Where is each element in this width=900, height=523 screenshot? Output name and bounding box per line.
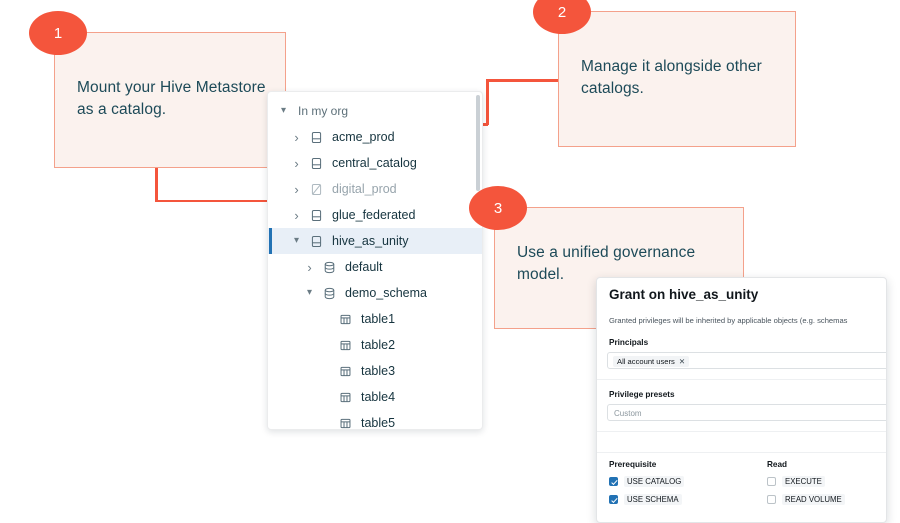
- callout-1-badge: 1: [29, 11, 87, 55]
- tree-group-header-in-my-org[interactable]: ▾ In my org: [268, 98, 482, 124]
- callout-2-number: 2: [557, 3, 567, 21]
- checkbox-icon[interactable]: [609, 495, 618, 504]
- checkbox-icon[interactable]: [609, 477, 618, 486]
- chevron-down-icon[interactable]: ▾: [290, 236, 303, 246]
- column-header-prerequisite: Prerequisite: [609, 460, 657, 469]
- connector-1-horizontal: [155, 199, 280, 202]
- grant-dialog[interactable]: Grant on hive_as_unity Granted privilege…: [596, 277, 887, 523]
- divider-after-principals: [597, 379, 886, 380]
- tree-item-label: demo_schema: [345, 286, 427, 300]
- tree-item-label: digital_prod: [332, 182, 397, 196]
- tree-item-label: table1: [361, 312, 396, 326]
- tree-item-label: table4: [361, 390, 396, 404]
- tree-row-list[interactable]: › acme_prod › central_catalog › digital_prod ›…: [268, 124, 482, 430]
- tree-item-label: default: [345, 260, 383, 274]
- tree-item-table4[interactable]: table4: [268, 384, 482, 410]
- schema-icon: [321, 286, 338, 301]
- catalog-icon: [308, 130, 325, 145]
- schema-icon: [321, 260, 338, 275]
- principal-chip[interactable]: All account users ✕: [613, 356, 690, 367]
- privilege-presets-value: Custom: [614, 409, 642, 418]
- privilege-use-schema[interactable]: USE SCHEMA: [609, 494, 682, 505]
- table-icon: [337, 338, 354, 353]
- catalog-icon: [308, 156, 325, 171]
- close-icon[interactable]: ✕: [679, 357, 685, 366]
- chevron-right-icon[interactable]: ›: [290, 209, 303, 222]
- callout-3-badge: 3: [469, 186, 527, 230]
- chevron-right-icon[interactable]: ›: [290, 157, 303, 170]
- catalog-icon: [308, 234, 325, 249]
- chevron-right-icon[interactable]: ›: [303, 261, 316, 274]
- tree-item-table2[interactable]: table2: [268, 332, 482, 358]
- callout-1-text: Mount your Hive Metastore as a catalog.: [77, 79, 266, 118]
- grant-dialog-description: Granted privileges will be inherited by …: [609, 316, 848, 325]
- tree-item-digital_prod[interactable]: › digital_prod: [268, 176, 482, 202]
- tree-item-label: central_catalog: [332, 156, 417, 170]
- privilege-execute[interactable]: EXECUTE: [767, 476, 825, 487]
- divider-above-columns: [597, 452, 886, 453]
- privilege-label: READ VOLUME: [782, 494, 845, 505]
- callout-2-badge: 2: [533, 0, 591, 34]
- privilege-use-catalog[interactable]: USE CATALOG: [609, 476, 685, 487]
- privilege-label: EXECUTE: [782, 476, 825, 487]
- privilege-presets-select[interactable]: Custom: [607, 404, 886, 421]
- table-icon: [337, 390, 354, 405]
- tree-item-glue_federated[interactable]: › glue_federated: [268, 202, 482, 228]
- privilege-presets-label: Privilege presets: [609, 390, 675, 399]
- callout-3-number: 3: [493, 199, 503, 217]
- table-icon: [337, 364, 354, 379]
- table-icon: [337, 312, 354, 327]
- tree-item-label: table3: [361, 364, 396, 378]
- privilege-label: USE SCHEMA: [624, 494, 682, 505]
- tree-item-hive_as_unity[interactable]: ▾ hive_as_unity: [268, 228, 482, 254]
- tree-item-label: table2: [361, 338, 396, 352]
- principals-label: Principals: [609, 338, 649, 347]
- tree-item-acme_prod[interactable]: › acme_prod: [268, 124, 482, 150]
- divider-after-presets: [597, 431, 886, 432]
- catalog-icon: [308, 208, 325, 223]
- tree-item-label: hive_as_unity: [332, 234, 409, 248]
- tree-item-label: table5: [361, 416, 396, 430]
- principal-chip-label: All account users: [617, 357, 675, 366]
- tree-item-label: glue_federated: [332, 208, 416, 222]
- tree-item-label: acme_prod: [332, 130, 395, 144]
- table-icon: [337, 416, 354, 430]
- callout-2: 2 Manage it alongside other catalogs.: [533, 0, 796, 147]
- chevron-right-icon[interactable]: ›: [290, 131, 303, 144]
- tree-item-default[interactable]: › default: [268, 254, 482, 280]
- tree-item-table1[interactable]: table1: [268, 306, 482, 332]
- principals-input[interactable]: All account users ✕: [607, 352, 886, 369]
- column-header-read: Read: [767, 460, 788, 469]
- callout-1: 1 Mount your Hive Metastore as a catalog…: [29, 11, 286, 168]
- tree-group-header-label: In my org: [298, 104, 349, 118]
- callout-1-number: 1: [53, 24, 63, 42]
- catalog-tree-panel[interactable]: ▾ In my org › acme_prod › central_catalog › d…: [267, 91, 483, 430]
- checkbox-icon[interactable]: [767, 495, 776, 504]
- checkbox-icon[interactable]: [767, 477, 776, 486]
- chevron-right-icon[interactable]: ›: [290, 183, 303, 196]
- tree-item-central_catalog[interactable]: › central_catalog: [268, 150, 482, 176]
- catalog-disabled-icon: [308, 182, 325, 197]
- tree-item-demo_schema[interactable]: ▾ demo_schema: [268, 280, 482, 306]
- connector-2-horizontal-upper: [486, 79, 560, 82]
- connector-1-vertical: [155, 167, 158, 202]
- privilege-label: USE CATALOG: [624, 476, 685, 487]
- privilege-read-volume[interactable]: READ VOLUME: [767, 494, 845, 505]
- tree-item-table5[interactable]: table5: [268, 410, 482, 430]
- tree-item-table3[interactable]: table3: [268, 358, 482, 384]
- connector-2-vertical: [486, 79, 489, 125]
- tree-scrollbar-thumb[interactable]: [476, 95, 480, 191]
- chevron-down-icon[interactable]: ▾: [277, 106, 290, 116]
- chevron-down-icon[interactable]: ▾: [303, 288, 316, 298]
- grant-dialog-title: Grant on hive_as_unity: [609, 287, 759, 302]
- callout-2-text: Manage it alongside other catalogs.: [581, 58, 762, 97]
